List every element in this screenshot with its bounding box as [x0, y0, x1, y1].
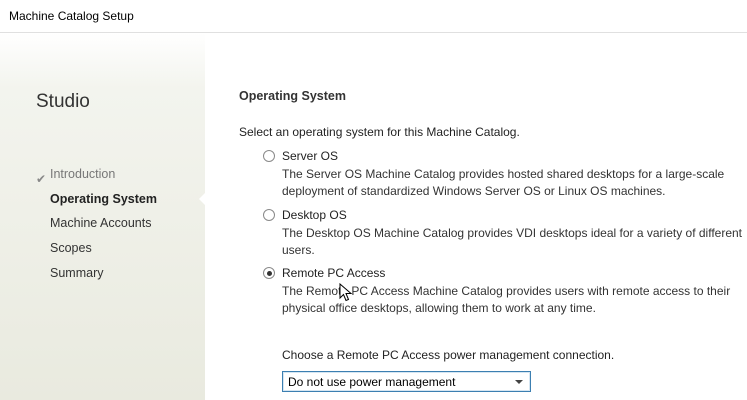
server-os-radio[interactable]	[263, 150, 275, 162]
server-os-label[interactable]: Server OS	[282, 149, 338, 163]
desktop-os-radio[interactable]	[263, 209, 275, 221]
chevron-down-icon[interactable]	[515, 380, 523, 384]
desktop-os-description: The Desktop OS Machine Catalog provides …	[282, 226, 743, 257]
sidebar-item-summary[interactable]: Summary	[50, 266, 103, 280]
wizard-sidebar: Studio ✔ Introduction Operating System M…	[0, 33, 206, 400]
page-title: Operating System	[239, 89, 346, 103]
checkmark-icon: ✔	[36, 172, 47, 186]
desktop-os-label[interactable]: Desktop OS	[282, 208, 347, 222]
title-bar: Machine Catalog Setup	[0, 0, 747, 33]
intro-text: Select an operating system for this Mach…	[239, 125, 520, 139]
server-os-description: The Server OS Machine Catalog provides h…	[282, 167, 725, 198]
sidebar-heading: Studio	[36, 91, 90, 112]
sidebar-item-machine-accounts[interactable]: Machine Accounts	[50, 216, 151, 230]
window-title: Machine Catalog Setup	[9, 9, 134, 23]
sidebar-item-operating-system[interactable]: Operating System	[50, 192, 157, 206]
power-management-label: Choose a Remote PC Access power manageme…	[282, 348, 615, 362]
mouse-cursor-icon	[339, 283, 353, 302]
remote-pc-access-label[interactable]: Remote PC Access	[282, 266, 385, 280]
remote-pc-access-radio[interactable]	[263, 267, 275, 279]
sidebar-item-scopes[interactable]: Scopes	[50, 241, 92, 255]
main-panel: Operating System Select an operating sys…	[205, 33, 747, 400]
power-management-select[interactable]: Do not use power management	[282, 371, 531, 392]
power-management-value: Do not use power management	[288, 375, 456, 389]
sidebar-item-introduction[interactable]: Introduction	[50, 167, 115, 181]
